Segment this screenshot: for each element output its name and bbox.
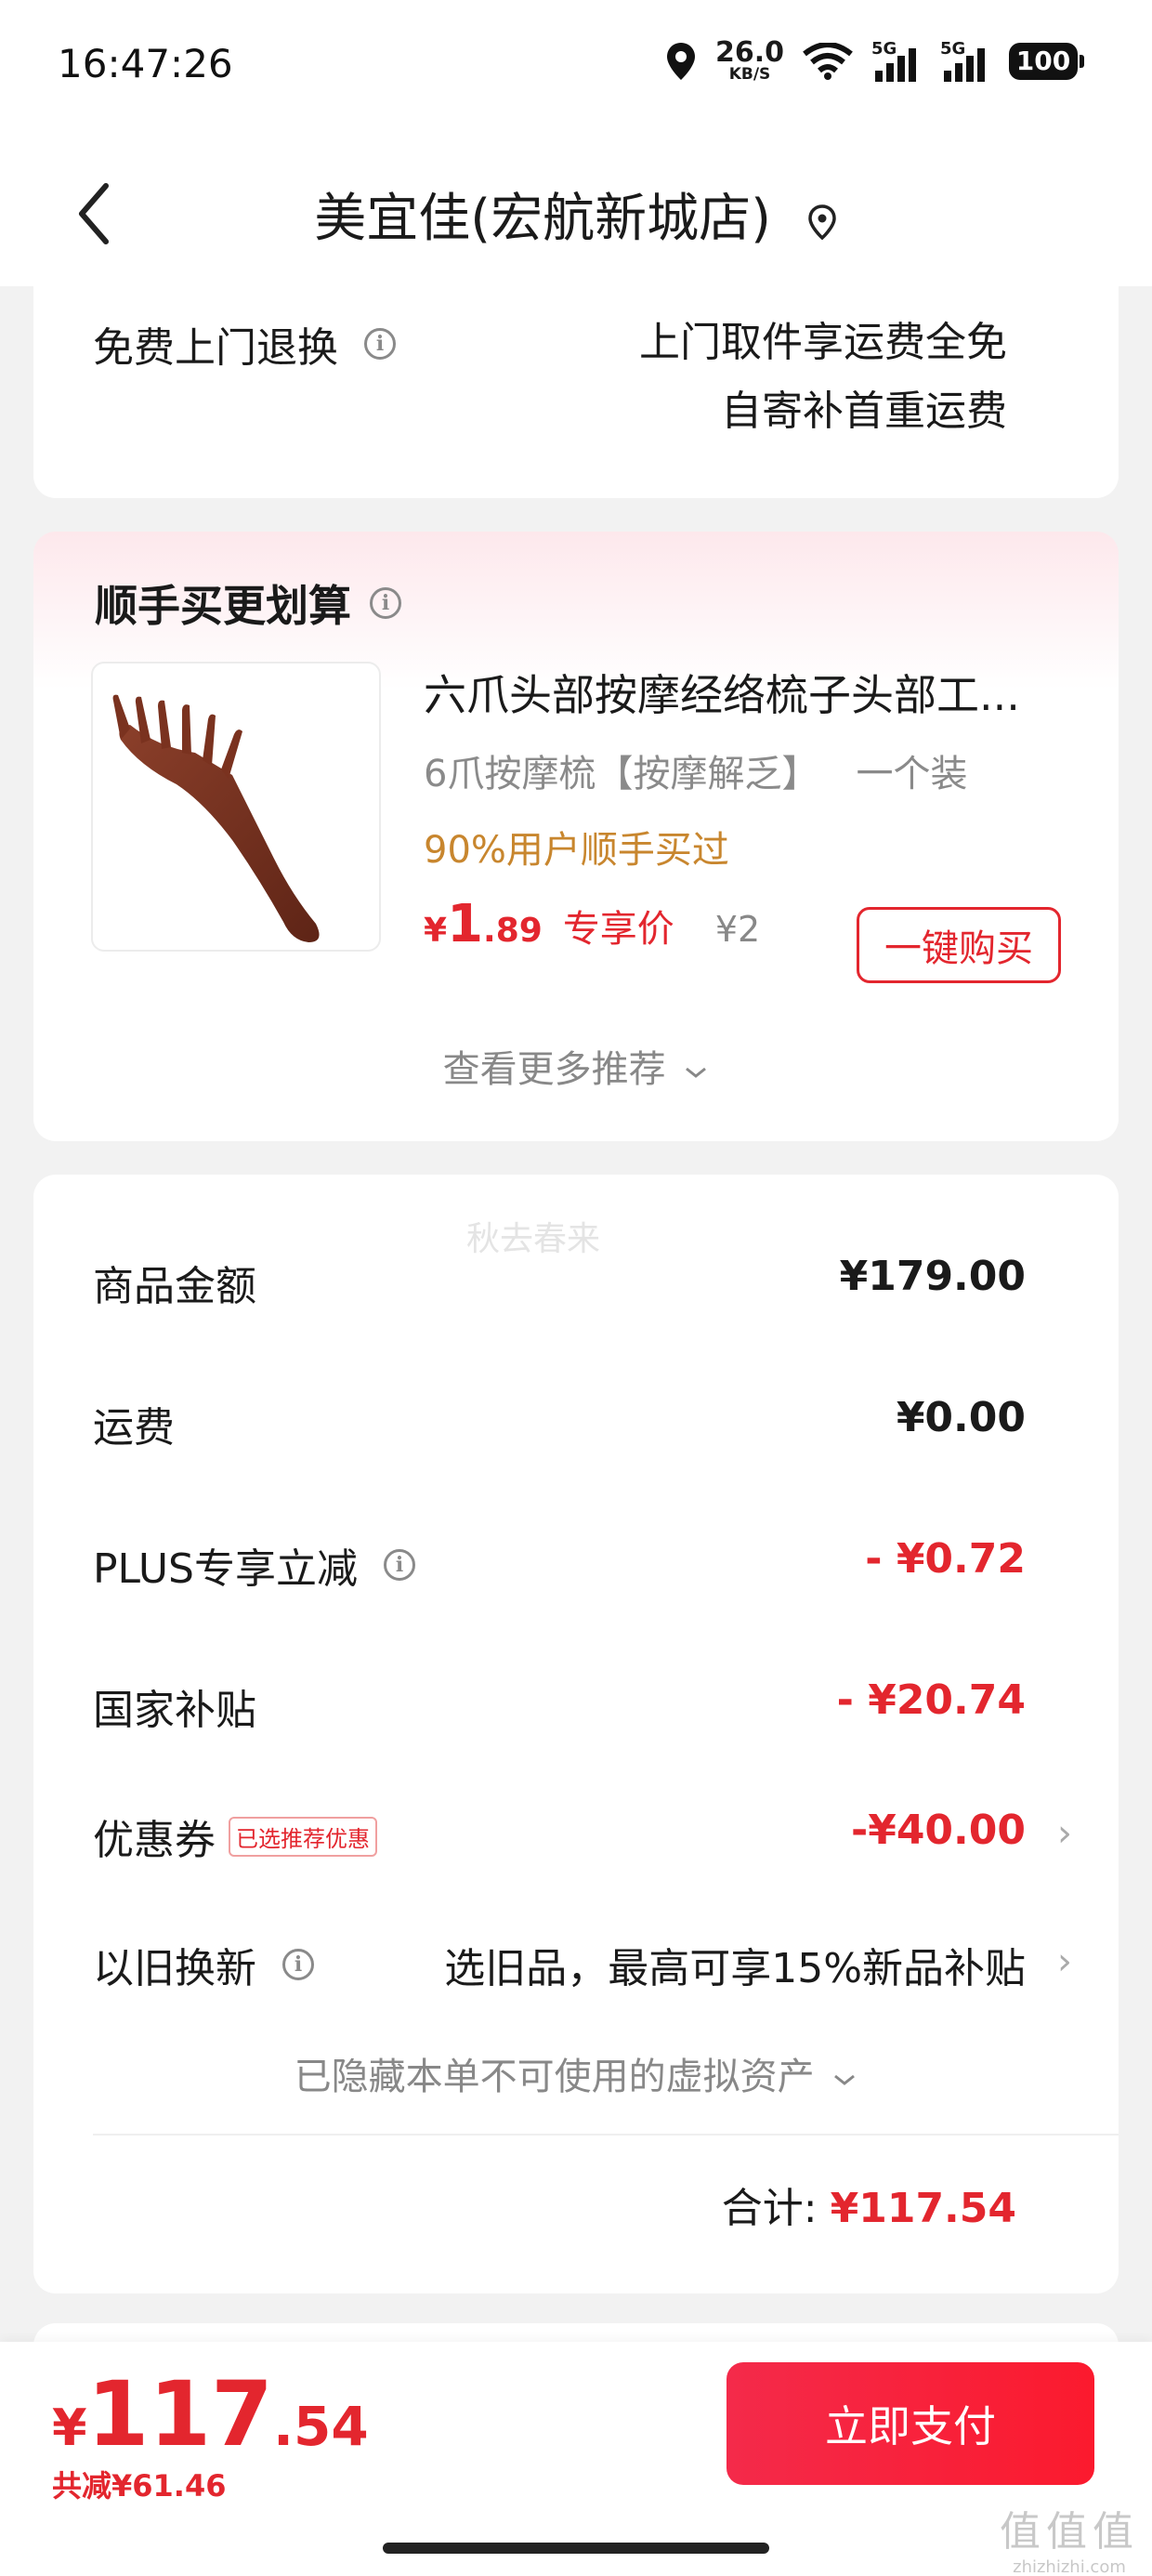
product-price: ¥ 1 .89 专享价 ¥2 — [424, 894, 760, 954]
row-plus-discount: PLUS专享立减 i - ¥0.72 — [93, 1535, 1026, 1593]
one-click-buy-button[interactable]: 一键购买 — [857, 907, 1061, 983]
signal-icon-sim2: 5G — [940, 38, 990, 82]
location-icon — [666, 42, 695, 80]
more-recommend-link[interactable]: 查看更多推荐 — [33, 1039, 1119, 1093]
coupon-badge: 已选推荐优惠 — [229, 1816, 377, 1857]
hidden-assets-label: 已隐藏本单不可使用的虚拟资产 — [294, 2056, 815, 2098]
social-proof: 90%用户顺手买过 — [424, 829, 729, 872]
battery-icon: 100 — [1009, 42, 1084, 80]
recommend-title: 顺手买更划算 i — [95, 572, 401, 634]
site-watermark: 值值值 zhizhizhi.com — [1000, 2498, 1139, 2576]
chevron-right-icon: › — [1057, 1812, 1072, 1855]
row-label: 以旧换新 — [93, 1945, 256, 1992]
location-pin-icon — [807, 204, 836, 241]
bottom-pay-bar: ¥ 117 .54 共减¥61.46 立即支付 — [0, 2342, 1152, 2576]
row-trade-in[interactable]: 以旧换新 i 选旧品，最高可享15%新品补贴 › — [93, 1935, 1072, 1992]
chevron-right-icon: › — [1057, 1940, 1072, 1983]
total-label: 合计: — [721, 2185, 818, 2232]
original-price: ¥2 — [714, 909, 761, 950]
more-recommend-label: 查看更多推荐 — [442, 1048, 666, 1091]
return-service-card: 免费上门退换 i 上门取件享运费全免 自寄补首重运费 — [33, 269, 1119, 498]
return-service-title: 免费上门退换 — [93, 324, 338, 372]
return-detail-line2: 自寄补首重运费 — [721, 388, 1007, 435]
store-name: 美宜佳(宏航新城店) — [314, 189, 771, 249]
store-title[interactable]: 美宜佳(宏航新城店) — [0, 177, 1152, 252]
chevron-down-icon — [834, 2074, 856, 2085]
network-speed-value: 26.0 — [714, 36, 784, 69]
pay-total: ¥ 117 .54 — [52, 2362, 369, 2466]
row-value: ¥0.00 — [896, 1394, 1026, 1441]
divider — [93, 2134, 1119, 2136]
price-decimal: .89 — [483, 912, 543, 950]
sim2-label: 5G — [940, 38, 966, 59]
row-label: 优惠券 — [93, 1817, 216, 1864]
pay-integer: 117 — [86, 2362, 273, 2466]
row-value: - ¥20.74 — [836, 1676, 1026, 1724]
row-national-subsidy: 国家补贴 - ¥20.74 — [93, 1676, 1026, 1734]
info-icon[interactable]: i — [370, 587, 401, 619]
product-spec-text: 6爪按摩梳【按摩解乏】 — [424, 753, 819, 795]
price-tag: 专享价 — [562, 908, 674, 951]
return-service-label: 免费上门退换 i — [93, 314, 396, 374]
product-quantity: 一个装 — [856, 753, 968, 795]
recommend-title-text: 顺手买更划算 — [95, 581, 351, 631]
sim1-label: 5G — [871, 38, 897, 59]
status-bar: 16:47:26 26.0 KB/S 5G 5G 100 — [0, 0, 1152, 139]
row-label: PLUS专享立减 — [93, 1545, 358, 1593]
row-label: 国家补贴 — [93, 1687, 256, 1734]
row-value: 选旧品，最高可享15%新品补贴 — [444, 1945, 1026, 1992]
row-label: 运费 — [93, 1404, 175, 1452]
row-goods-amount: 商品金额 ¥179.00 — [93, 1253, 1026, 1310]
home-indicator[interactable] — [383, 2543, 769, 2554]
row-coupon[interactable]: 优惠券 已选推荐优惠 -¥40.00 › — [93, 1807, 1072, 1864]
pay-currency: ¥ — [52, 2399, 87, 2457]
saved-amount: 共减¥61.46 — [52, 2468, 227, 2504]
product-image[interactable] — [91, 662, 381, 952]
row-label: 商品金额 — [93, 1263, 256, 1310]
recommend-card: 顺手买更划算 i 六爪头部按摩经络梳子头部工... 6爪按摩梳【按摩解乏】 一个… — [33, 532, 1119, 1141]
price-summary-card: 秋去春来 商品金额 ¥179.00 运费 ¥0.00 PLUS专享立减 i - … — [33, 1175, 1119, 2293]
row-value: ¥179.00 — [839, 1253, 1026, 1300]
hidden-assets-toggle[interactable]: 已隐藏本单不可使用的虚拟资产 — [33, 2046, 1119, 2100]
product-spec: 6爪按摩梳【按摩解乏】 一个装 — [424, 743, 967, 797]
nav-bar: 美宜佳(宏航新城店) — [0, 139, 1152, 286]
massage-comb-image — [112, 694, 320, 942]
product-name[interactable]: 六爪头部按摩经络梳子头部工... — [424, 662, 1074, 723]
network-speed: 26.0 KB/S — [715, 39, 784, 83]
info-icon[interactable]: i — [364, 328, 396, 360]
return-service-detail: 上门取件享运费全免 自寄补首重运费 — [639, 309, 1007, 446]
total-line: 合计: ¥117.54 — [722, 2175, 1016, 2234]
checkout-page: 16:47:26 26.0 KB/S 5G 5G 100 美宜佳(宏航新城店) … — [0, 0, 1152, 2576]
pay-decimal: .54 — [272, 2395, 369, 2458]
price-integer: 1 — [447, 894, 484, 954]
network-speed-unit: KB/S — [728, 65, 771, 84]
signal-icon-sim1: 5G — [871, 38, 922, 82]
status-time: 16:47:26 — [58, 41, 233, 86]
row-value: -¥40.00 — [850, 1807, 1026, 1854]
info-icon[interactable]: i — [282, 1949, 314, 1980]
site-watermark-logo: 值值值 — [1000, 2508, 1139, 2556]
info-icon[interactable]: i — [384, 1549, 415, 1581]
chevron-down-icon — [686, 1067, 707, 1078]
return-detail-line1: 上门取件享运费全免 — [639, 319, 1007, 366]
wifi-icon — [803, 42, 853, 80]
pay-now-button[interactable]: 立即支付 — [727, 2362, 1094, 2485]
status-icons: 26.0 KB/S 5G 5G 100 — [665, 38, 1084, 83]
total-value: ¥117.54 — [830, 2185, 1016, 2232]
price-currency: ¥ — [424, 912, 448, 950]
site-watermark-url: zhizhizhi.com — [1013, 2557, 1126, 2576]
row-shipping: 运费 ¥0.00 — [93, 1394, 1026, 1452]
row-value: - ¥0.72 — [865, 1535, 1026, 1583]
